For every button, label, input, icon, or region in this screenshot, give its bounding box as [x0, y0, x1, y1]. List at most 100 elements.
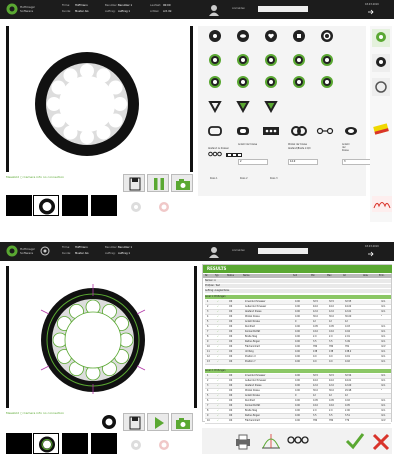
- save-button[interactable]: [123, 413, 145, 431]
- header-field-value: Benutzer 1: [118, 246, 133, 249]
- thumbnail-selected[interactable]: [33, 433, 59, 454]
- column-header-cell[interactable]: Status: [227, 274, 234, 278]
- distribution-chart-icon[interactable]: [260, 432, 282, 450]
- rect-holes-shape-icon[interactable]: [262, 126, 280, 136]
- option-button[interactable]: Kreis 1: [210, 177, 217, 180]
- oval-ring-shape-icon[interactable]: [344, 126, 358, 136]
- slot-shape-icon[interactable]: [208, 126, 222, 136]
- camera-viewer-measured[interactable]: [9, 266, 194, 408]
- dist-input[interactable]: 12.0: [288, 159, 318, 165]
- heart-shape-icon[interactable]: [264, 29, 278, 43]
- three-holes-shape-icon[interactable]: [208, 150, 222, 158]
- gear-shape-icon[interactable]: [208, 75, 222, 89]
- column-header-cell[interactable]: Abw.: [363, 274, 368, 278]
- gear-shape-icon[interactable]: [236, 75, 250, 89]
- tool-green-icon[interactable]: [372, 29, 390, 47]
- thumbnail[interactable]: [6, 433, 32, 454]
- pause-button[interactable]: [147, 174, 169, 192]
- option-button[interactable]: Kreis 3: [270, 177, 277, 180]
- user-avatar-icon[interactable]: [208, 246, 220, 258]
- group-row[interactable]: Prüfplan: Test: [205, 284, 391, 288]
- user-avatar-icon[interactable]: [208, 4, 220, 16]
- check-icon: ✓: [217, 414, 219, 417]
- gear-shape-icon[interactable]: [236, 53, 250, 67]
- column-header-cell[interactable]: Name: [243, 274, 249, 278]
- dist-sub-label: Abstand/Breite 2.0/0: [288, 147, 311, 150]
- option-button[interactable]: Kreis 2: [240, 177, 247, 180]
- header-field-label: Laufzeit:: [150, 4, 162, 7]
- table-cell: 30.0: [329, 389, 334, 392]
- check-icon: ✓: [217, 355, 219, 358]
- table-row[interactable]: 10 ✓ OK Flächeninhalt 0.00 780 780 779 mm²: [205, 419, 391, 424]
- exit-icon[interactable]: [367, 250, 375, 258]
- slot-filled-shape-icon[interactable]: [236, 126, 250, 136]
- camera-button[interactable]: [171, 413, 193, 431]
- camera-button[interactable]: [171, 174, 193, 192]
- thumbnail[interactable]: [62, 195, 88, 216]
- table-cell: °: [381, 389, 383, 392]
- table-cell: 0: [295, 394, 297, 397]
- thumbnail[interactable]: [91, 433, 117, 454]
- level-row[interactable]: Level 2: Prüfungen: [205, 369, 391, 373]
- login-label[interactable]: Anmelden: [232, 7, 245, 10]
- level-row[interactable]: Level 1: Prüfungen: [205, 295, 391, 299]
- camera-viewer[interactable]: [9, 26, 190, 172]
- table-cell: Radius Bogen: [245, 340, 260, 343]
- column-header-cell[interactable]: Ist: [343, 274, 346, 278]
- gear-shape-icon[interactable]: [320, 75, 334, 89]
- square-shape-icon[interactable]: [292, 29, 306, 43]
- ring-shape-icon[interactable]: [320, 29, 334, 43]
- save-button[interactable]: [123, 174, 145, 192]
- double-ring-shape-icon[interactable]: [290, 126, 308, 136]
- ruler-tool-icon[interactable]: [372, 122, 390, 136]
- play-button[interactable]: [147, 413, 169, 431]
- table-cell: 3.49: [345, 340, 350, 343]
- gear-shape-icon[interactable]: [208, 53, 222, 67]
- gear-shape-icon[interactable]: [292, 53, 306, 67]
- reject-x-icon[interactable]: [372, 433, 390, 451]
- table-cell: 1: [207, 374, 209, 377]
- table-cell: 0.10: [313, 330, 318, 333]
- column-header-cell[interactable]: Nr.: [205, 274, 208, 278]
- thumbnail[interactable]: [62, 433, 88, 454]
- header-field-value: Auftrag 1: [118, 252, 131, 255]
- gear-shape-icon[interactable]: [292, 75, 306, 89]
- column-header-cell[interactable]: Min: [311, 274, 315, 278]
- column-header-cell[interactable]: Max: [327, 274, 332, 278]
- oval-shape-icon[interactable]: [236, 29, 250, 43]
- thumbnail-selected[interactable]: [33, 195, 59, 216]
- three-holes-icon[interactable]: [287, 434, 309, 446]
- thumbnail[interactable]: [91, 195, 117, 216]
- triangle-round-shape-icon[interactable]: [236, 99, 250, 113]
- search-input[interactable]: [258, 248, 308, 254]
- accept-check-icon[interactable]: [345, 432, 365, 450]
- gear-shape-icon[interactable]: [264, 53, 278, 67]
- column-header-cell[interactable]: Soll: [293, 274, 297, 278]
- thumbnail[interactable]: [6, 195, 32, 216]
- table-row[interactable]: 13 ✓ OK Position Y 0.00 0.0 0.0 0.02 mm: [205, 360, 391, 365]
- triangle-gear-shape-icon[interactable]: [264, 99, 278, 113]
- print-icon[interactable]: [233, 432, 253, 450]
- tool-outline-icon[interactable]: [372, 78, 390, 96]
- column-header-cell[interactable]: Typ: [215, 274, 219, 278]
- dist-input[interactable]: 2: [238, 159, 268, 165]
- exit-icon[interactable]: [367, 8, 375, 16]
- dist-input[interactable]: 3: [342, 159, 372, 165]
- tool-dark-icon[interactable]: [372, 54, 390, 72]
- gear-shape-icon[interactable]: [264, 75, 278, 89]
- group-row[interactable]: Auftrag: Ausgleichslos: [205, 289, 391, 293]
- gear-shape-icon[interactable]: [320, 53, 334, 67]
- table-cell: Außendurchmesser: [245, 379, 267, 382]
- chain-shape-icon[interactable]: [226, 153, 242, 157]
- triangle-shape-icon[interactable]: [208, 99, 222, 113]
- check-icon: ✓: [217, 340, 219, 343]
- table-cell: 781: [345, 345, 350, 348]
- circle-shape-icon[interactable]: [208, 29, 222, 43]
- group-row[interactable]: Namen: A: [205, 279, 391, 283]
- search-input[interactable]: [258, 6, 308, 12]
- link-shape-icon[interactable]: [316, 126, 334, 136]
- column-header-cell[interactable]: Einh.: [379, 274, 384, 278]
- profile-tool-icon[interactable]: [372, 196, 392, 212]
- login-label[interactable]: Anmelden: [232, 249, 245, 252]
- table-cell: 13: [207, 360, 210, 363]
